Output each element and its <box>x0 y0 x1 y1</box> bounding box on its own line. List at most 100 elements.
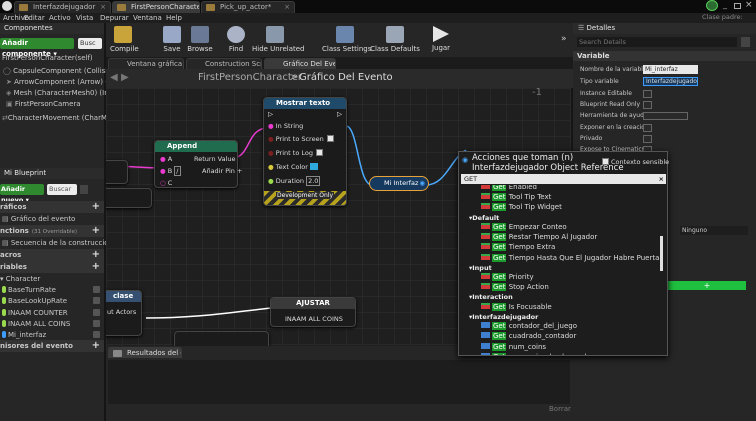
append-pin-c[interactable]: ○ C <box>160 179 172 187</box>
menu-help[interactable]: Help <box>166 13 182 23</box>
blueprint-row-3[interactable]: ▤ Secuencia de la construcción <box>0 237 113 249</box>
popup-category[interactable]: ▾Default <box>469 214 499 222</box>
add-icon[interactable]: + <box>92 201 100 213</box>
popup-action-item[interactable]: Get Restar Tiempo Al Jugador <box>481 233 597 242</box>
minimize-button[interactable]: _ <box>723 1 731 10</box>
output-pin-icon[interactable]: ◉ <box>419 177 425 190</box>
append-pin-b[interactable]: ● B / <box>160 166 181 176</box>
print-to-log-checkbox[interactable] <box>315 149 323 156</box>
add-new-button[interactable]: Añadir nuevo ▾ <box>0 184 44 204</box>
append-pin-a[interactable]: ● A <box>160 155 172 163</box>
save-button[interactable]: Save <box>160 24 184 56</box>
details-search-input[interactable]: Search Details <box>577 37 737 47</box>
clase-pin[interactable]: ut Actors <box>107 308 136 316</box>
print-exec-in[interactable]: ▷ <box>268 110 273 118</box>
append-b-value[interactable]: / <box>174 166 181 176</box>
popup-action-item[interactable]: Get cuadrado_contador <box>481 332 576 341</box>
details-checkbox[interactable] <box>643 90 652 98</box>
blueprint-row-8[interactable]: BaseLookUpRate <box>0 295 104 307</box>
component-camera[interactable]: ▣ FirstPersonCamera <box>6 98 81 110</box>
blueprint-row-7[interactable]: BaseTurnRate <box>0 284 104 296</box>
close-icon[interactable]: × <box>284 2 290 13</box>
popup-action-item[interactable]: Get Priority <box>481 273 534 281</box>
menu-activo[interactable]: Activo <box>49 13 71 23</box>
popup-category[interactable]: ▾Interfazdejugador <box>469 313 538 321</box>
clase-node[interactable]: clase ut Actors <box>106 290 142 336</box>
partial-node-left[interactable] <box>106 160 128 184</box>
components-search-input[interactable]: Busc <box>78 38 102 49</box>
clear-button[interactable]: Borrar <box>549 405 571 413</box>
breadcrumb-root[interactable]: FirstPersonCharacter <box>198 72 302 83</box>
visibility-eye-icon[interactable] <box>93 319 100 327</box>
details-checkbox[interactable] <box>643 101 652 109</box>
print-text-color[interactable]: ● Text Color <box>268 163 319 171</box>
visibility-eye-icon[interactable] <box>93 308 100 316</box>
ajustar-pin[interactable]: INAAM ALL COINS <box>285 315 343 323</box>
visibility-eye-icon[interactable] <box>93 331 100 339</box>
tooltip-input[interactable] <box>643 112 688 120</box>
view-options-icon[interactable] <box>80 185 88 194</box>
tab-construction-script[interactable]: Construction Scrip <box>186 58 262 69</box>
popup-action-item[interactable]: Get Stop Action <box>481 283 549 292</box>
popup-action-item[interactable]: Get Is Focusable <box>481 302 552 311</box>
popup-category[interactable]: ▾Input <box>469 264 492 272</box>
user-avatar-icon[interactable] <box>706 0 718 11</box>
context-sensitive-toggle[interactable]: Contexto sensible <box>602 158 669 166</box>
partial-node-bottom[interactable] <box>174 331 269 346</box>
close-icon[interactable]: × <box>189 2 195 13</box>
close-icon[interactable]: × <box>100 2 106 13</box>
class-settings-button[interactable]: Class Settings <box>322 24 371 56</box>
add-default-button[interactable]: + <box>668 281 746 290</box>
visibility-eye-icon[interactable] <box>93 285 100 293</box>
blueprint-row-5[interactable]: riables + <box>0 260 104 273</box>
details-checkbox[interactable] <box>643 135 652 143</box>
popup-action-item[interactable]: Get num_coins <box>481 342 546 351</box>
add-icon[interactable]: + <box>92 225 100 237</box>
popup-action-item[interactable]: Get Tool Tip Widget <box>481 203 562 212</box>
print-to-screen[interactable]: ● Print to Screen <box>268 135 334 143</box>
menu-ventana[interactable]: Ventana <box>133 13 162 23</box>
variable-name-input[interactable]: Mi_interfaz <box>643 65 698 74</box>
tab-firstpersoncharacter[interactable]: FirstPersonCharacter* × <box>112 1 200 13</box>
add-icon[interactable]: + <box>92 340 100 352</box>
blueprint-row-0[interactable]: ráficos + <box>0 201 104 213</box>
popup-action-item[interactable]: Get contador_del_juego <box>481 322 577 331</box>
popup-category[interactable]: ▾Interaction <box>469 293 513 301</box>
blueprint-row-11[interactable]: Mi_interfaz <box>0 329 104 341</box>
mi-interfaz-variable-node[interactable]: Mi Interfaz ◉ <box>369 176 429 191</box>
blueprint-row-10[interactable]: INAAM ALL COINS <box>0 318 104 330</box>
popup-action-item[interactable]: Get Enabled <box>481 185 537 191</box>
hide-unrelated-button[interactable]: Hide Unrelated <box>252 24 305 56</box>
menu-vista[interactable]: Vista <box>76 13 93 23</box>
component-self[interactable]: FirstPersonCharacter(self) <box>2 52 93 64</box>
blueprint-row-12[interactable]: nisores del evento + <box>0 340 104 353</box>
find-button[interactable]: Find <box>225 24 247 56</box>
color-swatch[interactable] <box>310 163 319 170</box>
popup-action-item[interactable]: Get Tiempo Extra <box>481 243 555 252</box>
blueprint-row-4[interactable]: acros + <box>0 248 104 261</box>
context-sensitive-checkbox[interactable] <box>602 158 609 165</box>
print-to-log[interactable]: ● Print to Log <box>268 149 323 157</box>
print-duration[interactable]: ● Duration 2.0 <box>268 176 321 186</box>
print-to-screen-checkbox[interactable] <box>326 135 334 142</box>
popup-search-input[interactable]: GET × <box>461 174 666 184</box>
print-exec-out[interactable]: ▷ <box>337 110 342 118</box>
blueprint-row-1[interactable]: ▤ Gráfico del evento <box>0 213 104 225</box>
add-component-button[interactable]: Añadir componente ▾ <box>0 38 74 58</box>
tab-viewport[interactable]: Ventana gráfica <box>108 58 184 69</box>
partial-node-left-lower[interactable] <box>106 188 152 208</box>
duration-value[interactable]: 2.0 <box>306 176 321 186</box>
blueprint-row-6[interactable]: ▾ Character <box>0 273 104 285</box>
print-string-node[interactable]: Mostrar texto ▷ ▷ ● In String ● Print to… <box>263 97 347 206</box>
menu-depurar[interactable]: Depurar <box>100 13 129 23</box>
details-checkbox[interactable] <box>643 124 652 132</box>
visibility-eye-icon[interactable] <box>93 297 100 305</box>
back-arrow-icon[interactable]: ◀ <box>110 72 118 83</box>
popup-action-item[interactable]: Get Tiempo Hasta Que El Jugador Habre Pu… <box>481 253 659 262</box>
append-node[interactable]: Append ● A ● B / ○ C Return Value Añadir… <box>154 140 242 188</box>
compile-button[interactable]: Compile <box>110 24 139 56</box>
popup-action-item[interactable]: Get num_coins_backround <box>481 352 587 355</box>
append-return-pin[interactable]: Return Value <box>194 155 236 163</box>
jugar-button[interactable]: Jugar <box>428 24 454 56</box>
tab-pick-up-actor[interactable]: Pick_up_actor* × <box>201 1 295 13</box>
